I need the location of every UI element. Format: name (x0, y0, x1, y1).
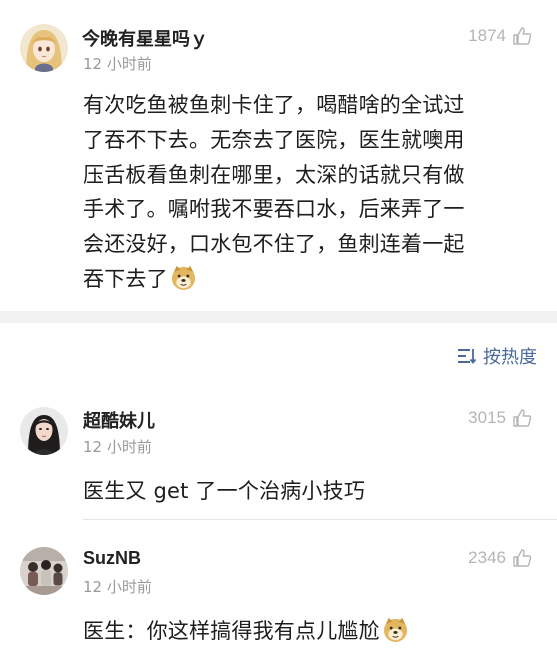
timestamp: 12 小时前 (83, 55, 152, 73)
like-count: 3015 (468, 408, 506, 427)
user-name[interactable]: 超酷妹儿 (83, 407, 155, 433)
avatar[interactable] (20, 407, 68, 455)
avatar[interactable] (20, 24, 68, 72)
like-button[interactable]: 2346 (468, 548, 532, 568)
comment-line: 有次吃鱼被鱼刺卡住了，喝醋啥的全试过 (83, 93, 465, 117)
comment-line-last: 吞下去了 (83, 262, 533, 297)
reply-text: 医生又 get 了一个治病小技巧 (83, 479, 366, 503)
thumbs-up-icon (513, 27, 532, 45)
timestamp: 12 小时前 (83, 438, 152, 456)
sort-icon (458, 349, 477, 364)
comment-feed: 今晚有星星吗ｙ 12 小时前 1874 有次吃鱼被鱼刺卡住了，喝醋啥的全试过 了… (0, 0, 557, 655)
comment-line: 手术了。嘱咐我不要吞口水，后来弄了一 (83, 197, 465, 222)
doge-emoji-icon (170, 264, 197, 291)
group-photo-avatar-icon (20, 547, 68, 595)
like-count: 2346 (468, 548, 506, 567)
thumbs-up-icon (513, 409, 532, 427)
anime-girl-avatar-icon (20, 24, 68, 72)
sort-by-heat-button[interactable]: 按热度 (457, 343, 537, 369)
doge-emoji-icon (382, 616, 409, 643)
sort-label: 按热度 (483, 347, 537, 368)
avatar[interactable] (20, 547, 68, 595)
comment-body: 有次吃鱼被鱼刺卡住了，喝醋啥的全试过 了吞不下去。无奈去了医院，医生就噢用 压舌… (83, 88, 533, 297)
user-name[interactable]: SuzNB (83, 548, 141, 569)
reply-item: 超酷妹儿 12 小时前 3015 医生又 get 了一个治病小技巧 (0, 395, 557, 520)
like-button[interactable]: 3015 (468, 408, 532, 428)
user-name[interactable]: 今晚有星星吗ｙ (82, 25, 208, 51)
reply-text: 医生：你这样搞得我有点儿尴尬 (83, 619, 380, 643)
thumbs-up-icon (513, 549, 532, 567)
reply-text-row: 医生：你这样搞得我有点儿尴尬 (83, 615, 409, 645)
reply-item: SuzNB 12 小时前 2346 医生：你这样搞得我有点儿尴尬 (0, 535, 557, 655)
timestamp: 12 小时前 (83, 578, 152, 596)
section-divider (0, 311, 557, 323)
reply-divider (83, 519, 557, 520)
like-count: 1874 (468, 26, 506, 45)
comment-line: 了吞不下去。无奈去了医院，医生就噢用 (83, 127, 465, 152)
main-comment: 今晚有星星吗ｙ 12 小时前 1874 有次吃鱼被鱼刺卡住了，喝醋啥的全试过 了… (0, 0, 557, 311)
comment-line: 压舌板看鱼刺在哪里，太深的话就只有做 (83, 162, 465, 187)
comment-line: 吞下去了 (83, 266, 168, 291)
like-button[interactable]: 1874 (468, 26, 532, 46)
girl-portrait-avatar-icon (20, 407, 68, 455)
comment-line: 会还没好，口水包不住了，鱼刺连着一起 (83, 232, 465, 257)
